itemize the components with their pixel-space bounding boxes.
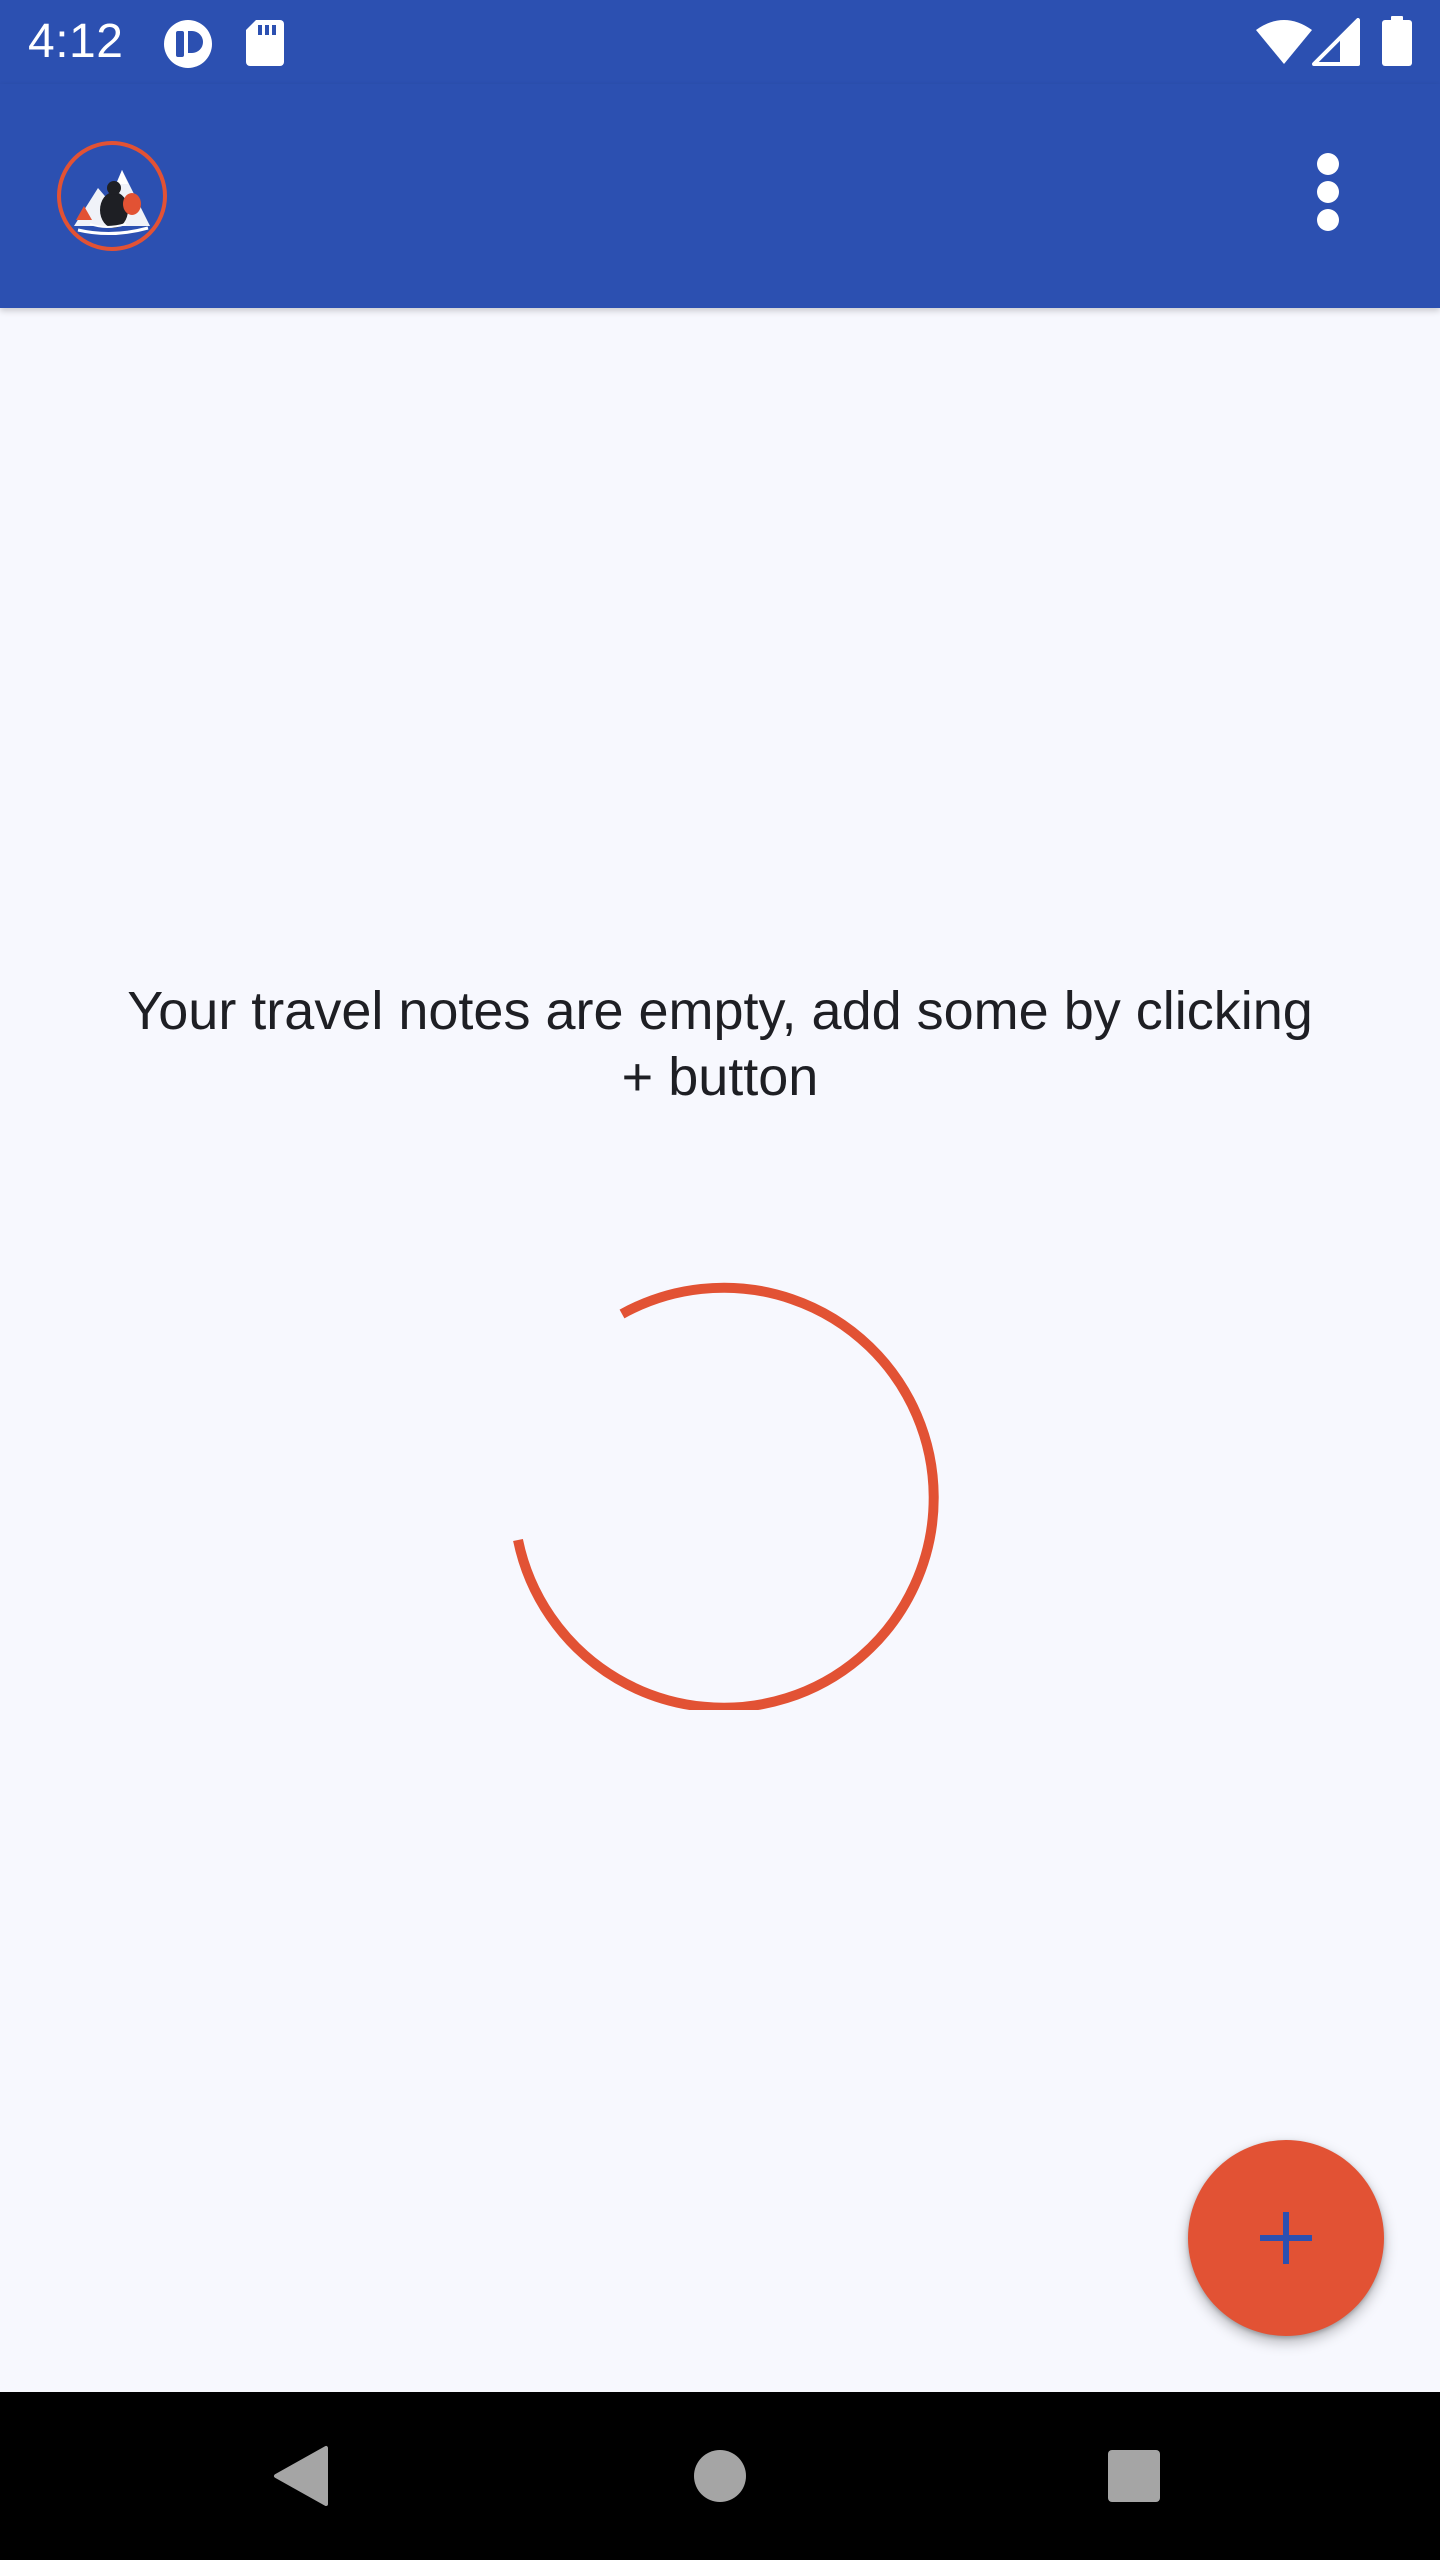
home-icon (694, 2450, 746, 2502)
nav-back-button[interactable] (250, 2426, 350, 2526)
loading-spinner-icon (513, 1282, 939, 1710)
notification-app-icon (164, 20, 212, 68)
add-note-button[interactable] (1188, 2140, 1384, 2336)
cell-signal-icon (1312, 18, 1360, 66)
battery-icon (1382, 16, 1412, 66)
app-screen: 4:12 Your travel notes are empty, add so… (0, 0, 1440, 2560)
add-icon (1260, 2212, 1312, 2264)
system-nav-bar (0, 2392, 1440, 2560)
back-icon (274, 2446, 328, 2506)
sd-card-icon (246, 20, 284, 66)
wifi-icon (1256, 20, 1312, 64)
status-time: 4:12 (28, 15, 124, 68)
recents-icon (1108, 2450, 1160, 2502)
app-bar (0, 84, 1440, 308)
more-vert-icon (1317, 153, 1339, 231)
empty-state-message: Your travel notes are empty, add some by… (127, 981, 1313, 1107)
more-options-button[interactable] (1280, 132, 1376, 252)
nav-home-button[interactable] (670, 2426, 770, 2526)
status-bar: 4:12 (0, 0, 1440, 84)
nav-recents-button[interactable] (1084, 2426, 1184, 2526)
travel-logo-icon[interactable] (56, 140, 168, 252)
